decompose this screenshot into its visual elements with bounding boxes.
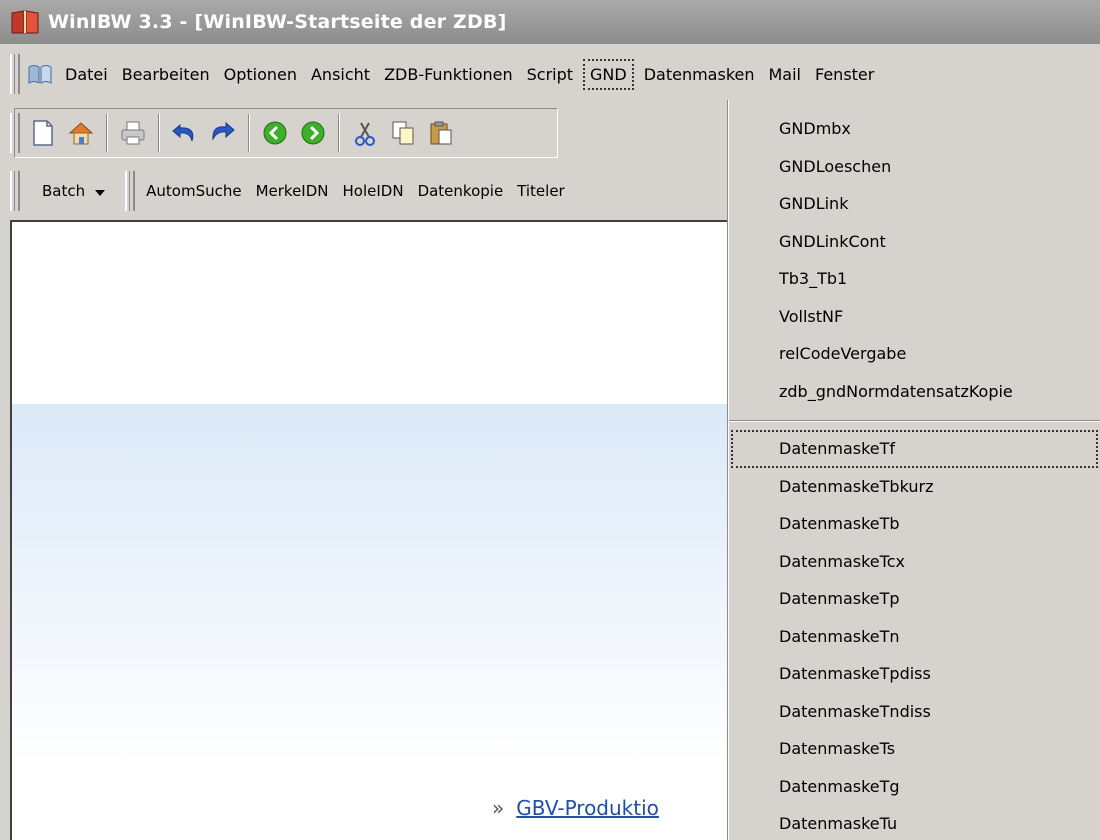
menu-datei[interactable]: Datei — [58, 59, 115, 90]
window-title: WinIBW 3.3 - [WinIBW-Startseite der ZDB] — [48, 11, 507, 33]
title-bar: WinIBW 3.3 - [WinIBW-Startseite der ZDB] — [0, 0, 1100, 44]
menu-bar: Datei Bearbeiten Optionen Ansicht ZDB-Fu… — [0, 48, 1100, 100]
paste-icon[interactable] — [424, 116, 458, 150]
menu-zdb-funktionen[interactable]: ZDB-Funktionen — [377, 59, 520, 90]
toolbar-separator — [338, 114, 340, 152]
book-menu-icon[interactable] — [28, 63, 52, 85]
menu-fenster[interactable]: Fenster — [808, 59, 881, 90]
double-chevron-icon: » — [492, 796, 505, 820]
copy-icon[interactable] — [386, 116, 420, 150]
tb-merkeidn[interactable]: MerkeIDN — [249, 178, 336, 204]
batch-dropdown[interactable]: Batch — [24, 178, 115, 204]
toolbar2-grip[interactable] — [10, 171, 20, 211]
back-icon[interactable] — [258, 116, 292, 150]
menu-ansicht[interactable]: Ansicht — [304, 59, 377, 90]
menu-item-datenmasketg[interactable]: DatenmaskeTg — [729, 768, 1100, 806]
link-row: » GBV-Produktio — [492, 796, 659, 820]
redo-icon[interactable] — [206, 116, 240, 150]
menu-item-datenmasketndiss[interactable]: DatenmaskeTndiss — [729, 693, 1100, 731]
menu-item-datenmasketb[interactable]: DatenmaskeTb — [729, 505, 1100, 543]
gbv-produktion-link[interactable]: GBV-Produktio — [516, 796, 659, 820]
menu-item-gndmbx[interactable]: GNDmbx — [729, 110, 1100, 148]
menu-datenmasken[interactable]: Datenmasken — [637, 59, 762, 90]
caret-down-icon — [95, 182, 106, 200]
menu-item-vollstnf[interactable]: VollstNF — [729, 298, 1100, 336]
print-icon[interactable] — [116, 116, 150, 150]
menu-item-relcodevergabe[interactable]: relCodeVergabe — [729, 335, 1100, 373]
cut-icon[interactable] — [348, 116, 382, 150]
toolbar-separator — [158, 114, 160, 152]
tb-holeidn[interactable]: HoleIDN — [336, 178, 411, 204]
content-banner — [12, 404, 730, 764]
app-book-icon — [10, 7, 40, 37]
browser-content[interactable]: » GBV-Produktio — [10, 220, 730, 840]
menu-item-tb3-tb1[interactable]: Tb3_Tb1 — [729, 260, 1100, 298]
toolbar2-grip[interactable] — [125, 171, 136, 211]
menu-optionen[interactable]: Optionen — [217, 59, 304, 90]
menu-item-gndlinkcont[interactable]: GNDLinkCont — [729, 223, 1100, 261]
undo-icon[interactable] — [168, 116, 202, 150]
toolbar-separator — [106, 114, 108, 152]
menu-item-datenmasketn[interactable]: DatenmaskeTn — [729, 618, 1100, 656]
toolbar-grip[interactable] — [10, 113, 20, 153]
menu-script[interactable]: Script — [520, 59, 580, 90]
toolbar-separator — [248, 114, 250, 152]
standard-toolbar — [0, 104, 730, 162]
tb-datenkopie[interactable]: Datenkopie — [411, 178, 511, 204]
batch-label: Batch — [42, 182, 86, 200]
menu-item-datenmaskets[interactable]: DatenmaskeTs — [729, 730, 1100, 768]
menu-item-datenmasketbkurz[interactable]: DatenmaskeTbkurz — [729, 468, 1100, 506]
menubar-grip[interactable] — [10, 54, 20, 94]
menu-gnd[interactable]: GND — [583, 58, 634, 90]
menu-separator — [729, 420, 1100, 422]
script-toolbar: Batch AutomSuche MerkeIDN HoleIDN Datenk… — [0, 166, 730, 216]
menu-item-datenmasketcx[interactable]: DatenmaskeTcx — [729, 543, 1100, 581]
menu-item-datenmasketp[interactable]: DatenmaskeTp — [729, 580, 1100, 618]
tb-titeler[interactable]: Titeler — [510, 178, 572, 204]
menu-mail[interactable]: Mail — [762, 59, 809, 90]
menu-item-gndloeschen[interactable]: GNDLoeschen — [729, 148, 1100, 186]
menu-item-zdb-gndnormdatensatzkopie[interactable]: zdb_gndNormdatensatzKopie — [729, 373, 1100, 411]
forward-icon[interactable] — [296, 116, 330, 150]
menu-item-datenmasketf[interactable]: DatenmaskeTf — [731, 430, 1098, 468]
gnd-dropdown-menu: GNDmbx GNDLoeschen GNDLink GNDLinkCont T… — [728, 100, 1100, 840]
menu-bearbeiten[interactable]: Bearbeiten — [115, 59, 217, 90]
home-icon[interactable] — [64, 116, 98, 150]
menu-item-gndlink[interactable]: GNDLink — [729, 185, 1100, 223]
tb-automsuche[interactable]: AutomSuche — [139, 178, 248, 204]
new-document-icon[interactable] — [26, 116, 60, 150]
menu-item-datenmasketu[interactable]: DatenmaskeTu — [729, 805, 1100, 840]
menu-item-datenmasketpdiss[interactable]: DatenmaskeTpdiss — [729, 655, 1100, 693]
